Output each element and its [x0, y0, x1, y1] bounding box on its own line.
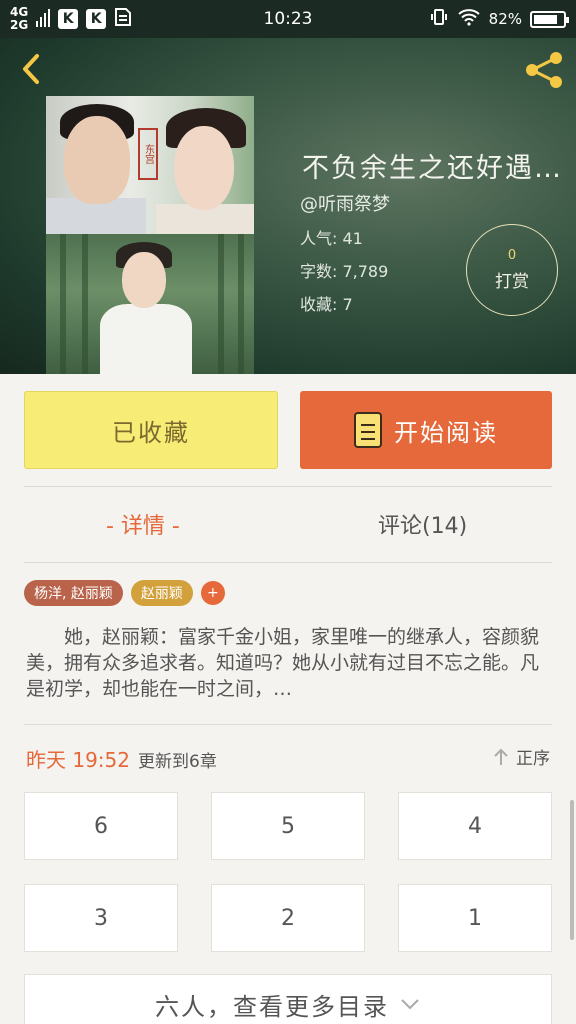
chapter-item[interactable]: 5 — [211, 792, 365, 860]
cover-bamboo — [60, 234, 66, 374]
chapter-item[interactable]: 2 — [211, 884, 365, 952]
chevron-down-icon — [401, 999, 419, 1010]
book-icon — [354, 412, 382, 448]
status-right: 82% — [429, 7, 569, 31]
share-button[interactable] — [522, 50, 566, 90]
book-author[interactable]: @听雨祭梦 — [300, 190, 390, 216]
divider — [24, 724, 552, 725]
share-icon — [526, 52, 562, 88]
chevron-left-icon — [23, 54, 39, 84]
cover-top-image: 东宫 — [46, 96, 254, 234]
cover-bamboo — [218, 234, 224, 374]
start-reading-button[interactable]: 开始阅读 — [300, 391, 552, 469]
book-header: 东宫 不负余生之还好遇… @听雨祭梦 人气: 41 字数: 7,789 收藏: … — [0, 38, 576, 374]
status-left: 4G 2G K K — [10, 6, 132, 32]
more-chapters-label: 六人，查看更多目录 — [155, 992, 389, 1021]
vibrate-icon — [429, 7, 449, 31]
status-time: 10:23 — [263, 9, 313, 29]
divider — [24, 562, 552, 563]
divider — [24, 486, 552, 487]
book-description[interactable]: 她，赵丽颖：富家千金小姐，家里唯一的继承人，容颜貌美，拥有众多追求者。知道吗？她… — [26, 624, 552, 702]
battery-fill — [534, 14, 557, 24]
cover-bamboo — [82, 234, 88, 374]
cover-figure — [100, 304, 192, 374]
tag-list: 杨洋, 赵丽颖 赵丽颖 + — [24, 580, 225, 606]
tag-cast[interactable]: 杨洋, 赵丽颖 — [24, 580, 123, 606]
chapter-item[interactable]: 6 — [24, 792, 178, 860]
book-favorites: 收藏: 7 — [300, 295, 353, 314]
chapter-item[interactable]: 4 — [398, 792, 552, 860]
book-title: 不负余生之还好遇… — [302, 153, 563, 184]
app-k-icon-2: K — [86, 9, 107, 29]
tip-count: 0 — [507, 248, 517, 263]
app-k-icon: K — [58, 9, 79, 29]
update-text: 更新到6章 — [138, 752, 217, 772]
book-popularity: 人气: 41 — [300, 229, 363, 248]
collect-button[interactable]: 已收藏 — [24, 391, 278, 469]
update-info: 昨天 19:52 更新到6章 — [26, 744, 217, 773]
more-chapters-button[interactable]: 六人，查看更多目录 — [24, 974, 552, 1024]
add-tag-button[interactable]: + — [200, 581, 225, 605]
book-word-count: 字数: 7,789 — [300, 262, 389, 281]
battery-percent: 82% — [488, 10, 522, 28]
chapter-item[interactable]: 3 — [24, 884, 178, 952]
chapter-item[interactable]: 1 — [398, 884, 552, 952]
sort-button[interactable]: 正序 — [492, 744, 550, 769]
signal-icon — [36, 7, 51, 31]
update-time: 昨天 19:52 — [26, 748, 130, 772]
tip-label: 打赏 — [495, 272, 529, 292]
network-2g: 2G — [10, 18, 29, 32]
back-button[interactable] — [14, 52, 48, 86]
cover-figure — [174, 126, 234, 210]
chapter-grid: 6 5 4 3 2 1 — [24, 792, 552, 952]
sim-icon — [114, 7, 132, 31]
cover-bottom-image — [46, 234, 254, 374]
tag-lead[interactable]: 赵丽颖 — [130, 580, 193, 606]
start-reading-label: 开始阅读 — [394, 418, 498, 447]
status-bar: 4G 2G K K 10:23 82% — [0, 0, 576, 38]
cover-seal: 东宫 — [138, 128, 158, 180]
sort-label: 正序 — [516, 749, 550, 769]
network-indicator: 4G 2G — [10, 6, 28, 32]
cover-bamboo — [238, 234, 244, 374]
cover-figure — [64, 116, 130, 204]
arrow-up-icon — [494, 748, 508, 765]
cover-figure — [122, 252, 166, 308]
tab-comments[interactable]: 评论(14) — [378, 508, 467, 540]
wifi-icon — [457, 8, 481, 30]
tab-detail[interactable]: - 详情 - — [106, 508, 180, 540]
book-cover: 东宫 — [46, 96, 254, 374]
tip-button[interactable]: 0 打赏 — [466, 224, 558, 316]
scrollbar[interactable] — [570, 800, 574, 940]
battery-icon — [530, 10, 569, 28]
